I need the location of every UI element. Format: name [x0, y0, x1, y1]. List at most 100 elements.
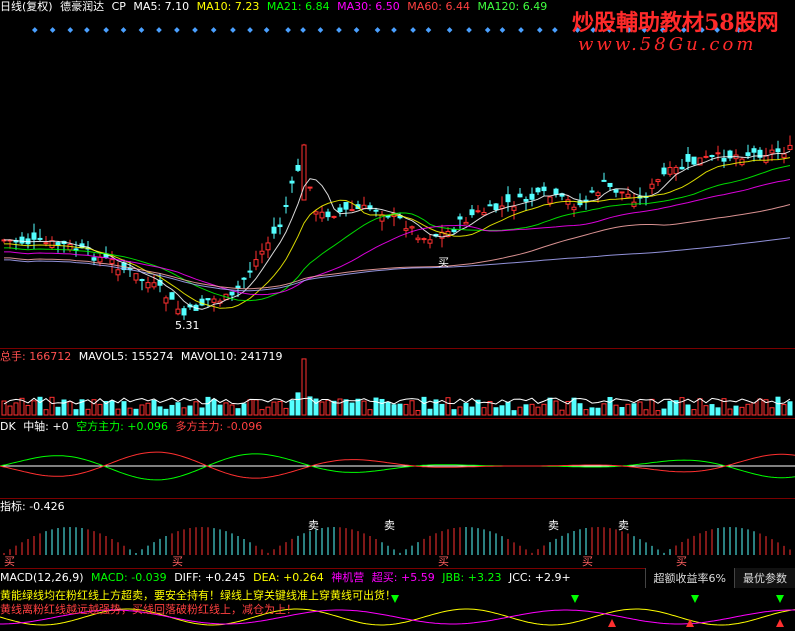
up-arrow: [776, 619, 784, 627]
down-arrow: [691, 595, 699, 603]
signal-diamond: [336, 27, 342, 33]
dk-long: 多方主力: -0.096: [175, 420, 263, 433]
ma10-label: MA10: 7.23: [196, 0, 260, 13]
price-panel: 日线(复权) 德豪润达 CP MA5: 7.10 MA10: 7.23 MA21…: [0, 0, 795, 348]
candle-body: [553, 188, 559, 195]
candle-body: [769, 149, 775, 154]
volume-bar: [775, 396, 781, 416]
volume-bar: [427, 408, 433, 416]
candle-body: [745, 152, 751, 157]
volume-bar: [247, 399, 253, 416]
volume-bar: [127, 407, 133, 416]
volume-bar: [355, 398, 361, 416]
candle-body: [493, 203, 499, 211]
candle-body: [115, 269, 121, 276]
stock-name: 德豪润达: [60, 0, 105, 13]
volume-bar: [349, 402, 355, 416]
signal-diamond: [484, 27, 491, 33]
candle-body: [349, 209, 355, 212]
tab-excess-return[interactable]: 超额收益率6%: [644, 568, 734, 588]
volume-bar: [175, 402, 181, 416]
candle-body: [331, 215, 337, 218]
volume-bar: [223, 402, 229, 416]
volume-bar: [691, 409, 697, 416]
volume-bar: [139, 404, 145, 416]
macd-overbought: 超买: +5.59: [371, 571, 435, 584]
cp-label: CP: [111, 0, 126, 13]
dk-panel: DK 中轴: +0 空方主力: +0.096 多方主力: -0.096: [0, 418, 795, 499]
vol-mavol5: MAVOL5: 155274: [78, 350, 174, 363]
candle-body: [43, 242, 49, 245]
sell-signal: 卖: [618, 519, 629, 532]
volume-bar: [523, 404, 529, 416]
volume-bar: [337, 398, 343, 416]
volume-bar: [91, 399, 97, 416]
tab-best-params[interactable]: 最优参数: [734, 568, 795, 588]
volume-bar: [709, 404, 715, 416]
volume-bar: [481, 407, 487, 416]
candle-body: [475, 210, 481, 213]
ma-line-60: [4, 204, 791, 290]
signal-diamond: [120, 27, 127, 33]
volume-bar: [289, 400, 295, 416]
buy-signal: 买: [438, 555, 449, 568]
signal-diamond: [391, 27, 397, 33]
candle-body: [175, 308, 181, 315]
volume-bar: [301, 358, 307, 416]
signal-chart: 卖 卖 卖 卖买 买 买 买 买: [3, 519, 791, 568]
candle-body: [145, 282, 151, 289]
volume-bar: [13, 402, 19, 416]
volume-bar: [169, 404, 175, 416]
ma-line-10: [4, 157, 791, 309]
candle-body: [481, 212, 487, 216]
candle-body: [421, 238, 427, 241]
candle-body: [703, 155, 709, 158]
volume-bar: [187, 405, 193, 416]
ma30-label: MA30: 6.50: [337, 0, 400, 13]
volume-bar: [241, 403, 247, 416]
macd-sjy: 神机营: [331, 571, 365, 584]
volume-bar: [517, 406, 523, 416]
volume-bar: [217, 404, 223, 416]
volume-bar: [37, 396, 43, 416]
volume-bar: [529, 403, 535, 416]
candle-body: [55, 242, 61, 246]
buy-signal: 买: [676, 555, 687, 568]
candle-body: [259, 250, 265, 255]
volume-bar: [199, 407, 205, 416]
candle-body: [151, 282, 157, 288]
signal-diamond: [518, 27, 524, 33]
volume-bar: [781, 404, 787, 416]
candle-body: [721, 157, 727, 162]
macd-header: MACD(12,26,9) MACD: -0.039 DIFF: +0.245 …: [0, 571, 575, 585]
candle-body: [523, 198, 529, 202]
candle-body: [571, 206, 577, 211]
volume-bar: [661, 408, 667, 416]
signal-header: 指标: -0.426: [0, 500, 69, 514]
candle-body: [205, 298, 211, 301]
candle-body: [715, 152, 721, 155]
candle-body: [565, 199, 571, 205]
volume-bar: [145, 402, 151, 416]
candle-body: [595, 192, 601, 197]
volume-bar: [253, 399, 259, 416]
volume-bar: [739, 406, 745, 416]
candle-body: [709, 155, 715, 158]
macd-jcc: JCC: +2.9+: [508, 571, 571, 584]
candle-body: [91, 257, 97, 261]
signal-diamond: [317, 27, 324, 33]
candle-body: [265, 242, 271, 251]
candle-body: [343, 202, 349, 210]
signal-diamond: [31, 27, 38, 33]
volume-bar: [73, 409, 79, 416]
candle-body: [517, 193, 523, 198]
candle-body: [781, 153, 787, 158]
candle-body: [679, 166, 685, 170]
candle-body: [535, 187, 541, 193]
candle-body: [235, 285, 241, 289]
volume-bar: [697, 398, 703, 416]
candle-body: [457, 216, 463, 220]
candle-body: [775, 148, 781, 153]
volume-panel: 总手: 166712 MAVOL5: 155274 MAVOL10: 24171…: [0, 348, 795, 419]
volume-bar: [367, 409, 373, 416]
